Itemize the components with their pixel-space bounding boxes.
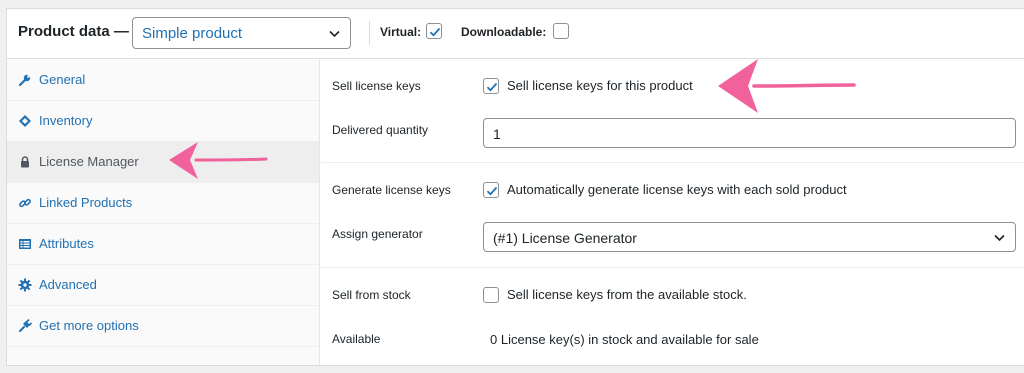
downloadable-checkbox[interactable] xyxy=(553,23,569,39)
generate-license-keys-checkbox[interactable] xyxy=(483,182,499,198)
tag-icon xyxy=(19,115,31,127)
generate-license-keys-label: Generate license keys xyxy=(332,183,451,197)
generate-license-keys-text: Automatically generate license keys with… xyxy=(507,182,847,197)
tab-get-more-options[interactable]: Get more options xyxy=(7,306,319,347)
link-icon xyxy=(19,198,31,208)
annotation-arrow-icon xyxy=(718,59,856,113)
tab-label: Inventory xyxy=(39,113,93,128)
wrench-icon xyxy=(18,74,31,87)
sell-license-keys-label: Sell license keys xyxy=(332,79,421,93)
product-data-header: Product data — Simple product Virtual: D… xyxy=(7,9,1024,59)
tab-label: Advanced xyxy=(39,277,97,292)
chevron-down-icon xyxy=(994,234,1005,242)
list-icon xyxy=(19,239,31,249)
virtual-label: Virtual: xyxy=(380,25,422,39)
checkmark-icon xyxy=(486,186,498,196)
sell-license-keys-checkbox[interactable] xyxy=(483,78,499,94)
annotation-arrow-icon xyxy=(169,142,268,179)
assign-generator-select[interactable]: (#1) License Generator xyxy=(483,222,1016,252)
checkmark-icon xyxy=(486,82,498,92)
delivered-quantity-input[interactable]: 1 xyxy=(483,118,1016,148)
downloadable-label: Downloadable: xyxy=(461,25,547,39)
available-stock-text: 0 License key(s) in stock and available … xyxy=(490,332,759,347)
lock-icon xyxy=(21,156,29,168)
product-data-tabs: General Inventory License Manager Linked… xyxy=(7,60,320,365)
product-type-select[interactable]: Simple product xyxy=(132,17,351,49)
assign-generator-value: (#1) License Generator xyxy=(493,230,637,246)
sell-from-stock-checkbox[interactable] xyxy=(483,287,499,303)
tab-label: Get more options xyxy=(39,318,139,333)
plugin-icon xyxy=(19,319,32,332)
tab-license-manager[interactable]: License Manager xyxy=(7,142,319,183)
delivered-quantity-label: Delivered quantity xyxy=(332,123,429,137)
product-data-title: Product data — xyxy=(18,23,129,40)
virtual-checkbox[interactable] xyxy=(426,23,442,39)
tab-linked-products[interactable]: Linked Products xyxy=(7,183,319,224)
tab-label: General xyxy=(39,72,86,87)
gear-icon xyxy=(18,278,32,292)
section-divider xyxy=(321,267,1024,268)
section-divider xyxy=(321,162,1024,163)
tab-label: Attributes xyxy=(39,236,94,251)
product-data-panel: Product data — Simple product Virtual: D… xyxy=(6,8,1024,366)
product-type-value: Simple product xyxy=(142,25,243,42)
delivered-quantity-value: 1 xyxy=(493,126,501,142)
tab-label: Linked Products xyxy=(39,195,133,210)
tab-general[interactable]: General xyxy=(7,60,319,101)
sell-from-stock-label: Sell from stock xyxy=(332,288,411,302)
tab-label: License Manager xyxy=(39,154,139,169)
tab-inventory[interactable]: Inventory xyxy=(7,101,319,142)
checkmark-icon xyxy=(429,27,441,37)
tab-attributes[interactable]: Attributes xyxy=(7,224,319,265)
sell-from-stock-text: Sell license keys from the available sto… xyxy=(507,287,747,302)
tab-advanced[interactable]: Advanced xyxy=(7,265,319,306)
assign-generator-label: Assign generator xyxy=(332,227,423,241)
header-separator xyxy=(369,21,370,45)
sell-license-keys-text: Sell license keys for this product xyxy=(507,78,693,93)
chevron-down-icon xyxy=(329,30,340,38)
available-label: Available xyxy=(332,332,381,346)
